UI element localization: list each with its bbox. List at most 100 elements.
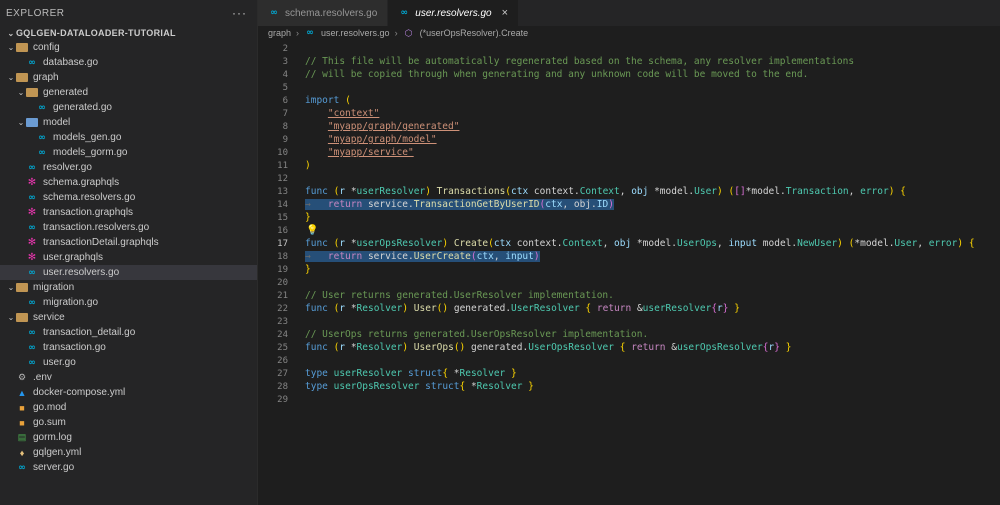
- go-file-icon: ∞: [28, 57, 36, 68]
- tree-item[interactable]: ⌄ service: [0, 310, 257, 325]
- code-line[interactable]: 28 type userOpsResolver struct{ *Resolver…: [258, 380, 1000, 393]
- code-line[interactable]: 10 "myapp/service": [258, 146, 1000, 159]
- code-line[interactable]: 12: [258, 172, 1000, 185]
- code-line[interactable]: 26: [258, 354, 1000, 367]
- code-line[interactable]: 19}: [258, 263, 1000, 276]
- tree-item-label: migration.go: [43, 297, 99, 308]
- tree-item[interactable]: ∞ transaction.resolvers.go: [0, 220, 257, 235]
- code-line[interactable]: 8 "myapp/graph/generated": [258, 120, 1000, 133]
- code-line[interactable]: 16 💡: [258, 224, 1000, 237]
- code-line[interactable]: 22 func (r *Resolver) User() generated.Us…: [258, 302, 1000, 315]
- editor-tab[interactable]: ∞ schema.resolvers.go: [258, 0, 389, 26]
- code-text: func (r *Resolver) User() generated.User…: [305, 303, 740, 314]
- code-line[interactable]: 5: [258, 81, 1000, 94]
- explorer-title: EXPLORER: [6, 7, 65, 19]
- code-line[interactable]: 15}: [258, 211, 1000, 224]
- tree-item[interactable]: ⌄ model: [0, 115, 257, 130]
- editor-tab[interactable]: ∞ user.resolvers.go ×: [388, 0, 520, 26]
- tree-item[interactable]: ∞ transaction_detail.go: [0, 325, 257, 340]
- breadcrumb-separator: ›: [394, 28, 398, 38]
- code-text: "myapp/service": [327, 147, 414, 158]
- code-line[interactable]: 21 // User returns generated.UserResolver…: [258, 289, 1000, 302]
- tree-item-label: transaction.go: [43, 342, 106, 353]
- tree-item[interactable]: ■ go.sum: [0, 415, 257, 430]
- tree-item[interactable]: ∞ user.go: [0, 355, 257, 370]
- breadcrumb-symbol[interactable]: (*userOpsResolver).Create: [420, 28, 529, 38]
- code-text: import (: [305, 95, 351, 106]
- code-line[interactable]: 13 func (r *userResolver) Transactions(ct…: [258, 185, 1000, 198]
- breadcrumb-file[interactable]: user.resolvers.go: [321, 28, 390, 38]
- code-line[interactable]: 20: [258, 276, 1000, 289]
- close-icon[interactable]: ×: [502, 7, 508, 19]
- tree-item[interactable]: ∞ migration.go: [0, 295, 257, 310]
- tree-item[interactable]: ✻ schema.graphqls: [0, 175, 257, 190]
- tree-item[interactable]: ∞ transaction.go: [0, 340, 257, 355]
- docker-icon: ▲: [17, 387, 27, 398]
- code-text: }: [305, 212, 311, 223]
- code-line[interactable]: 23: [258, 315, 1000, 328]
- code-text: type userResolver struct{ *Resolver }: [305, 368, 517, 379]
- tree-item[interactable]: ✻ transaction.graphqls: [0, 205, 257, 220]
- code-text: ): [305, 160, 311, 171]
- tree-item[interactable]: ▲ docker-compose.yml: [0, 385, 257, 400]
- tree-item[interactable]: ∞ models_gorm.go: [0, 145, 257, 160]
- tree-item-label: user.go: [43, 357, 76, 368]
- breadcrumb-folder[interactable]: graph: [268, 28, 291, 38]
- line-number: 19: [277, 264, 288, 275]
- code-line[interactable]: 24 // UserOps returns generated.UserOpsRe…: [258, 328, 1000, 341]
- tree-item[interactable]: ∞ resolver.go: [0, 160, 257, 175]
- code-line[interactable]: 7 "context": [258, 107, 1000, 120]
- code-line[interactable]: 11): [258, 159, 1000, 172]
- line-number: 3: [282, 56, 288, 67]
- code-line[interactable]: 29: [258, 393, 1000, 406]
- tree-item-label: docker-compose.yml: [33, 387, 126, 398]
- tree-item[interactable]: ♦ gqlgen.yml: [0, 445, 257, 460]
- graphql-file-icon: ✻: [27, 207, 37, 218]
- code-text: "myapp/graph/model": [327, 134, 437, 145]
- code-line[interactable]: 9 "myapp/graph/model": [258, 133, 1000, 146]
- graphql-file-icon: ✻: [27, 237, 37, 248]
- tree-item[interactable]: ∞ schema.resolvers.go: [0, 190, 257, 205]
- tree-item[interactable]: ⚙ .env: [0, 370, 257, 385]
- folder-icon: [16, 313, 28, 323]
- tree-item[interactable]: ⌄ config: [0, 40, 257, 55]
- tree-item[interactable]: ▤ gorm.log: [0, 430, 257, 445]
- tree-item[interactable]: ⌄ migration: [0, 280, 257, 295]
- tree-item[interactable]: ✻ transactionDetail.graphqls: [0, 235, 257, 250]
- go-file-icon: ∞: [38, 102, 46, 113]
- tree-item[interactable]: ⌄ generated: [0, 85, 257, 100]
- code-line[interactable]: 14 → return service.TransactionGetByUserI…: [258, 198, 1000, 211]
- tree-item[interactable]: ✻ user.graphqls: [0, 250, 257, 265]
- more-actions-icon[interactable]: ···: [232, 6, 247, 20]
- tree-item[interactable]: ∞ database.go: [0, 55, 257, 70]
- code-line[interactable]: 18 → return service.UserCreate(ctx, input…: [258, 250, 1000, 263]
- code-line[interactable]: 2: [258, 42, 1000, 55]
- go-file-icon: ∞: [28, 357, 36, 368]
- tree-item-label: generated.go: [53, 102, 112, 113]
- code-editor[interactable]: 2 3// This file will be automatically reg…: [258, 40, 1000, 505]
- go-file-icon: ∞: [38, 132, 46, 143]
- method-icon: ⬡: [404, 27, 413, 38]
- code-text: func (r *userResolver) Transactions(ctx …: [305, 186, 906, 197]
- editor-tabs: ∞ schema.resolvers.go ∞ user.resolvers.go ×: [258, 0, 1000, 26]
- code-line[interactable]: 27 type userResolver struct{ *Resolver }: [258, 367, 1000, 380]
- tree-item[interactable]: ■ go.mod: [0, 400, 257, 415]
- tree-item[interactable]: ∞ server.go: [0, 460, 257, 475]
- tree-item[interactable]: ∞ user.resolvers.go: [0, 265, 257, 280]
- line-number: 9: [282, 134, 288, 145]
- tree-item[interactable]: ⌄ graph: [0, 70, 257, 85]
- code-line[interactable]: 17 func (r *userOpsResolver) Create(ctx c…: [258, 237, 1000, 250]
- lightbulb-icon[interactable]: 💡: [306, 225, 318, 236]
- graphql-file-icon: ✻: [27, 252, 37, 263]
- tree-item[interactable]: ∞ generated.go: [0, 100, 257, 115]
- code-line[interactable]: 3 // This file will be automatically rege…: [258, 55, 1000, 68]
- tree-item[interactable]: ∞ models_gen.go: [0, 130, 257, 145]
- code-text: // will be copied through when generatin…: [305, 69, 809, 80]
- code-text: }: [305, 264, 311, 275]
- line-number: 4: [282, 69, 288, 80]
- code-line[interactable]: 25 func (r *Resolver) UserOps() generated…: [258, 341, 1000, 354]
- code-line[interactable]: 4 // will be copied through when generati…: [258, 68, 1000, 81]
- project-root[interactable]: ⌄ GQLGEN-DATALOADER-TUTORIAL: [0, 26, 257, 40]
- tree-item-label: transactionDetail.graphqls: [43, 237, 159, 248]
- code-line[interactable]: 6 import (: [258, 94, 1000, 107]
